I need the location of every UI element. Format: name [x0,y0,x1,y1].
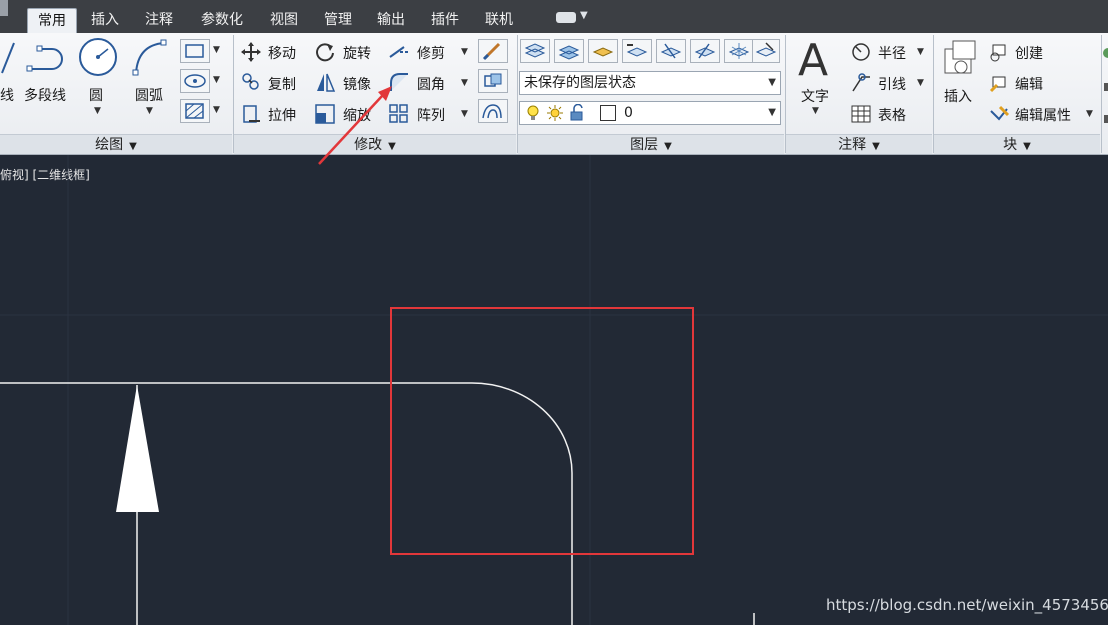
fillet-highlight-box [390,307,694,555]
watermark-text: https://blog.csdn.net/weixin_45734564 [826,596,1108,614]
ucs-y-arrow-icon [116,385,159,512]
